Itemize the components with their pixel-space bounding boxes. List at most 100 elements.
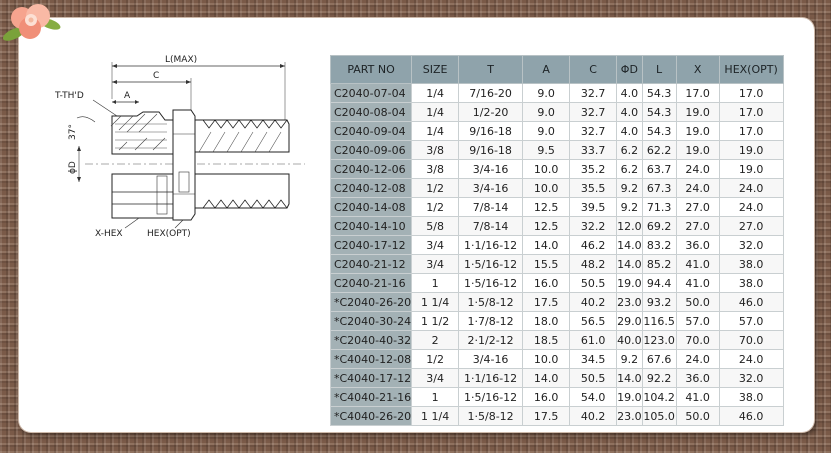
table-body: C2040-07-04 1/4 7/16-20 9.0 32.7 4.0 54.3 17.0 1… bbox=[329, 83, 784, 426]
table-cell: 16.0 bbox=[522, 387, 571, 407]
table-cell: 57.0 bbox=[718, 311, 784, 331]
table-cell: 12.5 bbox=[522, 216, 571, 236]
table-cell: 19.0 bbox=[718, 159, 784, 179]
table-cell: 14.0 bbox=[616, 368, 643, 388]
part-number-cell: C2040-12-06 bbox=[329, 159, 413, 179]
table-cell: 83.2 bbox=[641, 235, 677, 255]
table-cell: 9.0 bbox=[522, 102, 571, 122]
table-cell: 40.0 bbox=[616, 330, 643, 350]
table-cell: 17.0 bbox=[718, 102, 784, 122]
column-header: A bbox=[522, 55, 571, 84]
table-row: C2040-12-06 3/8 3/4-16 10.0 35.2 6.2 63.7 24.0 1… bbox=[329, 159, 784, 179]
table-cell: 23.0 bbox=[616, 406, 643, 426]
table-cell: 1 bbox=[411, 387, 460, 407]
table-cell: 39.5 bbox=[569, 197, 618, 217]
table-cell: 35.2 bbox=[569, 159, 618, 179]
table-cell: 12.0 bbox=[616, 216, 643, 236]
table-cell: 54.3 bbox=[641, 102, 677, 122]
angle-label: 37° bbox=[68, 124, 78, 140]
table-row: C2040-21-16 1 1·5/16-12 16.0 50.5 19.0 94.4 41.… bbox=[329, 273, 784, 293]
part-number-cell: C2040-17-12 bbox=[329, 235, 413, 255]
table-cell: 27.0 bbox=[675, 197, 720, 217]
table-cell: 40.2 bbox=[569, 292, 618, 312]
x-hex-label: X-HEX bbox=[95, 229, 123, 239]
part-number-cell: C2040-09-06 bbox=[329, 140, 413, 160]
table-cell: 3/4 bbox=[411, 254, 460, 274]
table-row: C2040-09-06 3/8 9/16-18 9.5 33.7 6.2 62.2 19.0 1… bbox=[329, 140, 784, 160]
table-row: C2040-07-04 1/4 7/16-20 9.0 32.7 4.0 54.3 17.0 1… bbox=[329, 83, 784, 103]
table-cell: 29.0 bbox=[616, 311, 643, 331]
table-cell: 50.5 bbox=[569, 273, 618, 293]
table-cell: 1/4 bbox=[411, 83, 460, 103]
table-cell: 123.0 bbox=[641, 330, 677, 350]
fitting-drawing: L(MAX) C A T-TH'D 37° ϕD X-HEX HEX(OPT) bbox=[55, 55, 305, 239]
table-cell: 18.0 bbox=[522, 311, 571, 331]
table-row: *C2040-30-24 1 1/2 1·7/8-12 18.0 56.5 29.0 116… bbox=[329, 311, 784, 331]
table-cell: 38.0 bbox=[718, 273, 784, 293]
table-cell: 9.5 bbox=[522, 140, 571, 160]
table-cell: 54.0 bbox=[569, 387, 618, 407]
table-cell: 1·1/16-12 bbox=[458, 368, 524, 388]
table-cell: 9.2 bbox=[616, 349, 643, 369]
table-cell: 3/8 bbox=[411, 159, 460, 179]
content-card: L(MAX) C A T-TH'D 37° ϕD X-HEX HEX(OPT) … bbox=[19, 18, 814, 432]
table-cell: 27.0 bbox=[675, 216, 720, 236]
table-cell: 34.5 bbox=[569, 349, 618, 369]
table-cell: 24.0 bbox=[675, 349, 720, 369]
table-cell: 1/2 bbox=[411, 178, 460, 198]
table-cell: 46.2 bbox=[569, 235, 618, 255]
table-cell: 33.7 bbox=[569, 140, 618, 160]
table-row: C2040-14-10 5/8 7/8-14 12.5 32.2 12.0 69.2 27.0… bbox=[329, 216, 784, 236]
table-cell: 67.3 bbox=[641, 178, 677, 198]
table-cell: 32.7 bbox=[569, 83, 618, 103]
table-cell: 9/16-18 bbox=[458, 121, 524, 141]
table-cell: 62.2 bbox=[641, 140, 677, 160]
table-cell: 1/4 bbox=[411, 121, 460, 141]
part-number-cell: C2040-07-04 bbox=[329, 83, 413, 103]
table-cell: 4.0 bbox=[616, 121, 643, 141]
part-number-cell: C2040-12-08 bbox=[329, 178, 413, 198]
table-cell: 7/8-14 bbox=[458, 216, 524, 236]
table-cell: 9.2 bbox=[616, 197, 643, 217]
part-number-cell: *C4040-12-08 bbox=[329, 349, 413, 369]
table-cell: 17.0 bbox=[718, 83, 784, 103]
table-cell: 61.0 bbox=[569, 330, 618, 350]
table-cell: 1·5/16-12 bbox=[458, 273, 524, 293]
table-cell: 1·5/16-12 bbox=[458, 254, 524, 274]
table-cell: 9.0 bbox=[522, 83, 571, 103]
column-header: L bbox=[641, 55, 677, 84]
table-cell: 85.2 bbox=[641, 254, 677, 274]
table-cell: 67.6 bbox=[641, 349, 677, 369]
table-cell: 9.0 bbox=[522, 121, 571, 141]
table-cell: 36.0 bbox=[675, 368, 720, 388]
table-cell: 70.0 bbox=[718, 330, 784, 350]
table-cell: 19.0 bbox=[616, 273, 643, 293]
table-cell: 5/8 bbox=[411, 216, 460, 236]
table-cell: 18.5 bbox=[522, 330, 571, 350]
column-header: ΦD bbox=[616, 55, 643, 84]
table-cell: 3/4 bbox=[411, 235, 460, 255]
table-row: *C4040-17-12 3/4 1·1/16-12 14.0 50.5 14.0 92.2… bbox=[329, 368, 784, 388]
table-row: C2040-21-12 3/4 1·5/16-12 15.5 48.2 14.0 85.2 4… bbox=[329, 254, 784, 274]
table-cell: 14.0 bbox=[522, 235, 571, 255]
table-cell: 1·5/16-12 bbox=[458, 387, 524, 407]
table-cell: 15.5 bbox=[522, 254, 571, 274]
column-header: PART NO bbox=[329, 55, 413, 84]
table-cell: 1·5/8-12 bbox=[458, 292, 524, 312]
column-header: X bbox=[675, 55, 720, 84]
table-cell: 4.0 bbox=[616, 102, 643, 122]
table-cell: 1/4 bbox=[411, 102, 460, 122]
part-number-cell: C2040-08-04 bbox=[329, 102, 413, 122]
table-row: *C2040-40-32 2 2·1/2-12 18.5 61.0 40.0 123.0 70… bbox=[329, 330, 784, 350]
table-cell: 36.0 bbox=[675, 235, 720, 255]
table-cell: 41.0 bbox=[675, 254, 720, 274]
part-number-cell: C2040-09-04 bbox=[329, 121, 413, 141]
a-dim-label: A bbox=[124, 91, 131, 101]
table-cell: 1 1/4 bbox=[411, 406, 460, 426]
table-cell: 6.2 bbox=[616, 140, 643, 160]
table-cell: 1/2-20 bbox=[458, 102, 524, 122]
table-cell: 50.0 bbox=[675, 406, 720, 426]
table-cell: 50.0 bbox=[675, 292, 720, 312]
table-cell: 3/4-16 bbox=[458, 178, 524, 198]
table-cell: 17.0 bbox=[675, 83, 720, 103]
